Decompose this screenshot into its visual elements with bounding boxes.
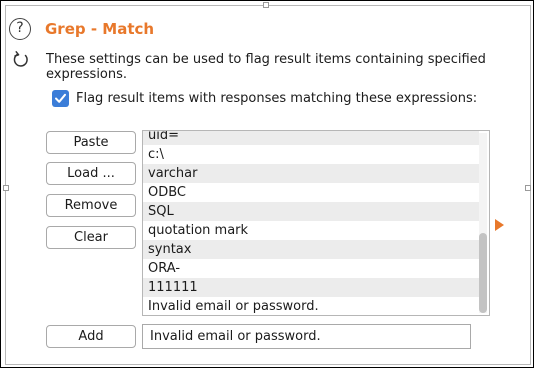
list-scrollbar[interactable] [479,133,487,313]
resize-handle-top[interactable] [263,2,269,8]
remove-button[interactable]: Remove [46,194,136,217]
clear-button[interactable]: Clear [46,226,136,249]
list-item[interactable]: varchar [143,164,479,183]
flag-checkbox-label[interactable]: Flag result items with responses matchin… [76,91,477,106]
resize-handle-left[interactable] [3,185,9,191]
list-item[interactable]: quotation mark [143,221,479,240]
flag-checkbox[interactable] [52,90,69,107]
expand-arrow-icon[interactable] [495,219,504,231]
refresh-icon[interactable] [11,50,31,70]
list-item[interactable]: syntax [143,240,479,259]
load-button[interactable]: Load ... [46,162,136,185]
checkmark-icon [55,93,66,103]
resize-handle-right[interactable] [525,185,531,191]
list-item[interactable]: c:\ [143,145,479,164]
list-item[interactable]: uid= [143,131,479,145]
list-item[interactable]: ORA- [143,259,479,278]
expression-list[interactable]: uid= c:\ varchar ODBC SQL quotation mark… [142,130,490,316]
list-item[interactable]: 111111 [143,278,479,297]
section-title: Grep - Match [45,20,155,38]
list-scrollbar-thumb[interactable] [479,233,487,313]
paste-button[interactable]: Paste [46,131,136,154]
add-button[interactable]: Add [46,325,136,348]
help-circle-icon[interactable]: ? [9,18,31,40]
add-expression-input[interactable] [142,324,471,349]
section-description: These settings can be used to flag resul… [46,52,486,82]
list-item[interactable]: Invalid email or password. [143,297,479,315]
list-item[interactable]: SQL [143,202,479,221]
list-item[interactable]: ODBC [143,183,479,202]
